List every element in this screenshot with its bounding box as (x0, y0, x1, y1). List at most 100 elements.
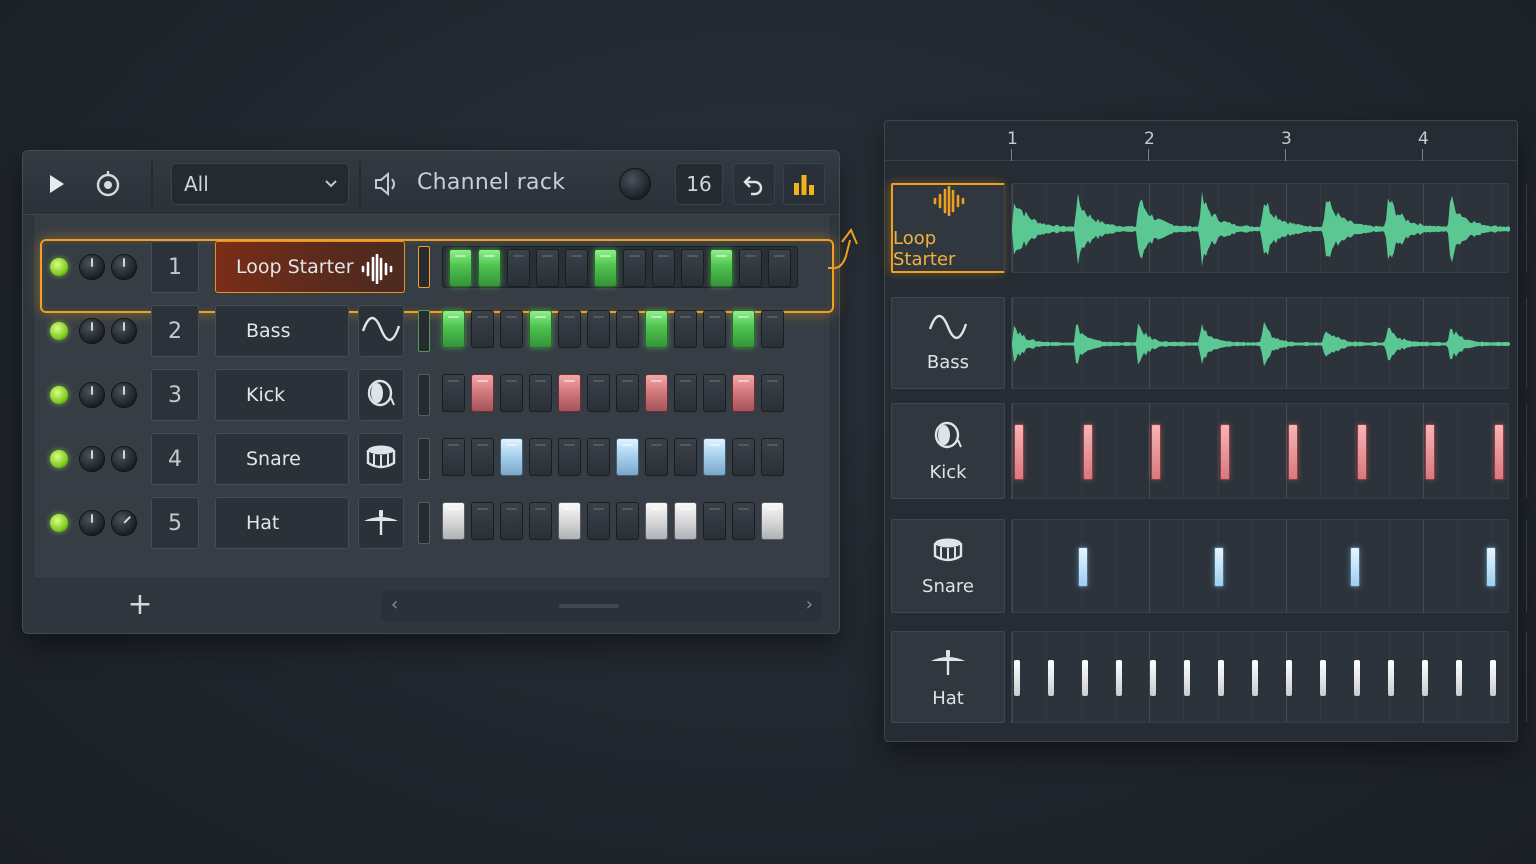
step-button[interactable] (449, 249, 472, 287)
step-button[interactable] (558, 438, 581, 476)
channel-number[interactable]: 3 (151, 369, 199, 421)
step-button[interactable] (739, 249, 762, 287)
step-button[interactable] (565, 249, 588, 287)
step-button[interactable] (710, 249, 733, 287)
hat-hit[interactable] (1422, 660, 1428, 696)
snare-hit[interactable] (1350, 547, 1360, 587)
add-channel-button[interactable]: + (125, 590, 155, 621)
track-header[interactable]: Kick (891, 403, 1005, 499)
kick-hit[interactable] (1082, 424, 1093, 480)
step-button[interactable] (645, 438, 668, 476)
step-button[interactable] (471, 502, 494, 540)
channel-led[interactable] (50, 450, 68, 468)
step-button[interactable] (645, 310, 668, 348)
step-button[interactable] (500, 310, 523, 348)
instrument-button[interactable] (358, 433, 404, 485)
mixer-track-indicator[interactable] (418, 438, 430, 480)
step-button[interactable] (500, 502, 523, 540)
instrument-button[interactable] (358, 369, 404, 421)
step-button[interactable] (681, 249, 704, 287)
step-button[interactable] (529, 438, 552, 476)
kick-hit[interactable] (1425, 424, 1435, 480)
step-button[interactable] (587, 502, 610, 540)
step-button[interactable] (703, 438, 726, 476)
mixer-track-indicator[interactable] (418, 374, 430, 416)
step-button[interactable] (536, 249, 559, 287)
kick-hit[interactable] (1356, 424, 1367, 480)
hat-hit[interactable] (1116, 660, 1122, 696)
hat-hit[interactable] (1252, 660, 1258, 696)
snare-hit[interactable] (1078, 547, 1088, 587)
channel-number[interactable]: 1 (151, 241, 199, 293)
step-button[interactable] (645, 374, 668, 412)
step-button[interactable] (529, 502, 552, 540)
hat-hit[interactable] (1490, 660, 1496, 696)
step-button[interactable] (529, 374, 552, 412)
step-button[interactable] (674, 374, 697, 412)
swing-knob[interactable] (619, 168, 651, 200)
channel-name-button[interactable]: Kick (215, 369, 349, 421)
step-button[interactable] (616, 438, 639, 476)
step-button[interactable] (442, 502, 465, 540)
volume-knob[interactable] (79, 254, 105, 280)
track-header[interactable]: Bass (891, 297, 1005, 389)
hat-hit[interactable] (1286, 660, 1292, 696)
step-button[interactable] (471, 438, 494, 476)
hat-hit[interactable] (1320, 660, 1326, 696)
pan-knob[interactable] (111, 510, 137, 536)
instrument-button[interactable] (358, 305, 404, 357)
step-button[interactable] (507, 249, 530, 287)
step-button[interactable] (761, 310, 784, 348)
track-lane[interactable] (1011, 519, 1527, 613)
step-button[interactable] (732, 502, 755, 540)
hat-hit[interactable] (1388, 660, 1394, 696)
scroll-thumb[interactable] (559, 604, 619, 608)
channel-name-button[interactable]: Hat (215, 497, 349, 549)
pan-knob[interactable] (111, 382, 137, 408)
step-button[interactable] (558, 502, 581, 540)
snare-hit[interactable] (1214, 547, 1224, 587)
kick-hit[interactable] (1493, 424, 1504, 480)
volume-knob[interactable] (79, 318, 105, 344)
channel-row[interactable]: 3 Kick (34, 369, 832, 429)
step-button[interactable] (587, 310, 610, 348)
step-button[interactable] (645, 502, 668, 540)
channel-name-button[interactable]: Snare (215, 433, 349, 485)
play-button[interactable] (39, 163, 75, 205)
instrument-button[interactable] (358, 497, 404, 549)
step-button[interactable] (623, 249, 646, 287)
channel-name-button[interactable]: Bass (215, 305, 349, 357)
step-button[interactable] (587, 438, 610, 476)
mixer-track-indicator[interactable] (418, 246, 430, 288)
metronome-button[interactable] (89, 163, 127, 205)
channel-row[interactable]: 1 Loop Starter (34, 239, 834, 313)
step-button[interactable] (674, 438, 697, 476)
step-button[interactable] (674, 310, 697, 348)
volume-knob[interactable] (79, 510, 105, 536)
step-button[interactable] (500, 374, 523, 412)
step-button[interactable] (616, 310, 639, 348)
step-button[interactable] (703, 310, 726, 348)
channel-number[interactable]: 2 (151, 305, 199, 357)
step-button[interactable] (703, 502, 726, 540)
volume-knob[interactable] (79, 446, 105, 472)
channel-row[interactable]: 2 Bass (34, 305, 832, 365)
kick-hit[interactable] (1014, 424, 1024, 480)
pan-knob[interactable] (111, 446, 137, 472)
step-button[interactable] (558, 310, 581, 348)
track-header[interactable]: Loop Starter (891, 183, 1005, 273)
mixer-track-indicator[interactable] (418, 310, 430, 352)
channel-led[interactable] (50, 514, 68, 532)
pan-knob[interactable] (111, 254, 137, 280)
step-button[interactable] (732, 310, 755, 348)
horizontal-scrollbar[interactable]: ‹ › (381, 591, 823, 621)
channel-name-button[interactable]: Loop Starter (215, 241, 405, 293)
kick-hit[interactable] (1151, 424, 1161, 480)
step-button[interactable] (652, 249, 675, 287)
kick-hit[interactable] (1288, 424, 1298, 480)
kick-hit[interactable] (1219, 424, 1230, 480)
step-button[interactable] (616, 374, 639, 412)
snare-hit[interactable] (1486, 547, 1496, 587)
track-lane[interactable] (1011, 631, 1527, 723)
channel-row[interactable]: 5 Hat (34, 497, 832, 557)
